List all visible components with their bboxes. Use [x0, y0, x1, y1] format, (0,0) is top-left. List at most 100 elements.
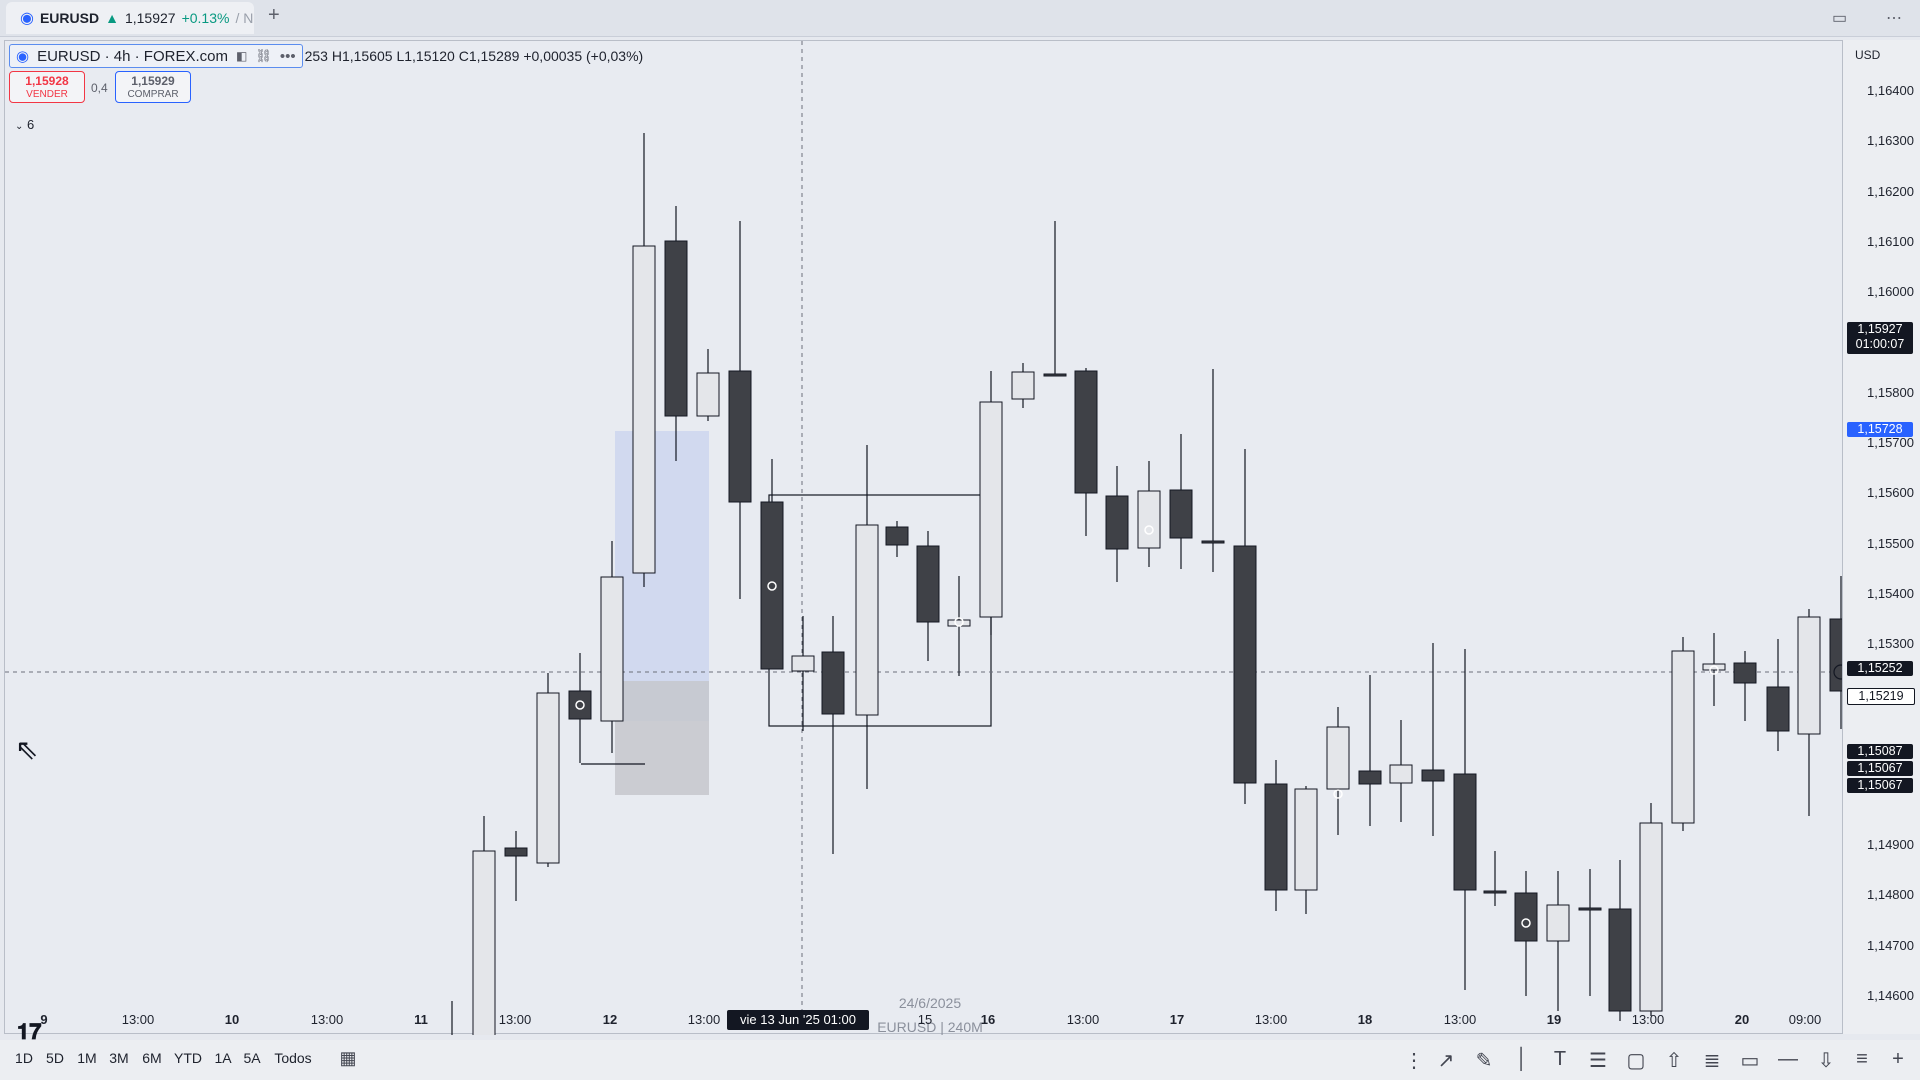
candle-body [1671, 650, 1695, 824]
lines-icon[interactable]: ☰ [1589, 1048, 1607, 1073]
add-tab-button[interactable]: + [268, 4, 280, 27]
indicators-toggle[interactable]: ⌄ 6 [15, 117, 34, 132]
time-tick: 18 [1357, 1012, 1373, 1027]
time-tick: 16 [980, 1012, 996, 1027]
time-tick: 09:00 [1788, 1012, 1822, 1027]
horizontal-line-icon[interactable]: — [1778, 1048, 1798, 1071]
chart-logo-icon: ◉ [20, 10, 34, 27]
bottom-toolbar: 1D 5D 1M 3M 6M YTD 1A 5A Todos ▦ ⋮ ↗ ✎ │ T ☰ ▢ ⇧… [0, 1040, 1920, 1080]
mouse-pointer-icon: ⇖ [15, 734, 39, 765]
tab-change: +0.13% [181, 10, 230, 26]
candle-body [791, 655, 815, 672]
price-tick: 1,16200 [1867, 184, 1914, 199]
vertical-line-icon[interactable]: │ [1516, 1048, 1529, 1071]
time-tick: 13:00 [687, 1012, 721, 1027]
price-tick: 1,14700 [1867, 938, 1914, 953]
price-tick: 1,16100 [1867, 234, 1914, 249]
calendar-icon[interactable]: ▦ [339, 1048, 356, 1069]
comment-icon[interactable]: ▭ [1741, 1048, 1760, 1073]
range-button-ytd[interactable]: YTD [174, 1050, 202, 1066]
price-tick: 1,15300 [1867, 636, 1914, 651]
buy-button[interactable]: 1,15929 COMPRAR [115, 71, 191, 103]
more-icon[interactable]: ⋯ [1886, 8, 1902, 28]
flag-icon[interactable]: ◧ [236, 49, 247, 63]
text-icon[interactable]: T [1554, 1048, 1566, 1071]
candle-body [1358, 770, 1382, 785]
price-tick: 1,16300 [1867, 133, 1914, 148]
candle-body [1639, 822, 1663, 1012]
price-tick: 1,14600 [1867, 988, 1914, 1003]
crosshair-tool-icon[interactable]: + [1892, 1048, 1904, 1071]
arrow-up-icon[interactable]: ⇧ [1666, 1048, 1683, 1073]
candle-body [1011, 371, 1035, 400]
range-button-todos[interactable]: Todos [274, 1050, 311, 1066]
more-icon[interactable]: ••• [280, 48, 296, 65]
level-label-2: 1,15219 [1847, 688, 1915, 705]
price-tick: 1,15700 [1867, 435, 1914, 450]
candle-body [1421, 769, 1445, 782]
time-tick: 17 [1169, 1012, 1185, 1027]
arrow-down-icon[interactable]: ⇩ [1818, 1048, 1835, 1073]
tab-suffix: / N [235, 10, 254, 26]
crosshair-time-label: vie 13 Jun '25 01:00 [727, 1010, 869, 1030]
trend-line-icon[interactable]: ↗ [1438, 1048, 1455, 1073]
range-button-5d[interactable]: 5D [46, 1050, 64, 1066]
candle-body [696, 372, 720, 417]
time-axis[interactable]: 9 13:00 10 13:00 11 13:00 12 13:00 15 16 13:00 17 13… [4, 1004, 1850, 1034]
candle-body [979, 401, 1003, 618]
demand-zone-blue [615, 431, 709, 721]
candle-body [1264, 783, 1288, 891]
currency-selector[interactable]: USD [1855, 48, 1880, 62]
time-tick: 13:00 [310, 1012, 344, 1027]
time-tick: 13:00 [1066, 1012, 1100, 1027]
range-button-6m[interactable]: 6M [142, 1050, 161, 1066]
candle-body [885, 526, 909, 546]
price-tick: 1,16400 [1867, 83, 1914, 98]
range-button-1a[interactable]: 1A [214, 1050, 231, 1066]
countdown: 01:00:07 [1855, 337, 1905, 351]
time-tick: 15 [917, 1012, 933, 1027]
price-tick: 1,16000 [1867, 284, 1914, 299]
candle-body [1389, 764, 1413, 784]
candle-body [1294, 788, 1318, 891]
candle-body [947, 619, 971, 627]
chart-pane[interactable]: ◉ EURUSD · 4h · FOREX.com ◧ ⛓ ••• 253 H1… [4, 40, 1850, 1044]
range-button-1d[interactable]: 1D [15, 1050, 33, 1066]
symbol-tab[interactable]: ◉ EURUSD ▲ 1,15927 +0.13% / N [6, 2, 254, 34]
link-icon[interactable]: ⛓ [255, 48, 272, 64]
time-tick: 19 [1546, 1012, 1562, 1027]
price-scale[interactable]: USD 1,16400 1,16300 1,16200 1,16100 1,16000 1… [1842, 40, 1920, 1034]
candle-body [855, 524, 879, 716]
settings-lines-icon[interactable]: ≡ [1856, 1048, 1868, 1071]
legend-symbol: EURUSD · 4h · FOREX.com [37, 47, 228, 65]
layout-icon[interactable]: ▭ [1832, 8, 1847, 28]
tab-symbol: EURUSD [39, 10, 100, 26]
indicators-count: 6 [27, 117, 35, 132]
candle-body [760, 501, 784, 670]
symbol-legend-box[interactable]: ◉ EURUSD · 4h · FOREX.com ◧ ⛓ ••• [9, 44, 303, 68]
rectangle-icon[interactable]: ▢ [1627, 1048, 1646, 1073]
sell-button[interactable]: 1,15928 VENDER [9, 71, 85, 103]
pencil-icon[interactable]: ✎ [1476, 1048, 1493, 1073]
candle-body [728, 370, 752, 503]
candle-body [1233, 545, 1257, 784]
symbol-legend: ◉ EURUSD · 4h · FOREX.com ◧ ⛓ ••• 253 H1… [9, 44, 643, 68]
time-tick: 20 [1734, 1012, 1750, 1027]
range-button-5a[interactable]: 5A [243, 1050, 260, 1066]
price-tick: 1,15500 [1867, 536, 1914, 551]
fib-icon[interactable]: ≣ [1704, 1048, 1721, 1073]
candle-body [504, 847, 528, 857]
time-tick: 13:00 [1631, 1012, 1665, 1027]
candle-body [1483, 890, 1507, 894]
sell-price: 1,15928 [25, 74, 69, 88]
candle-body [600, 576, 624, 722]
range-button-1m[interactable]: 1M [77, 1050, 96, 1066]
demand-zone-gray [615, 681, 709, 795]
candle-body [1608, 908, 1632, 1012]
candle-body [1074, 370, 1098, 494]
candle-body [1702, 663, 1726, 671]
candle-body [1169, 489, 1193, 539]
candlestick-chart[interactable] [5, 41, 1843, 1035]
range-button-3m[interactable]: 3M [109, 1050, 128, 1066]
drag-handle-icon[interactable]: ⋮ [1404, 1048, 1424, 1073]
